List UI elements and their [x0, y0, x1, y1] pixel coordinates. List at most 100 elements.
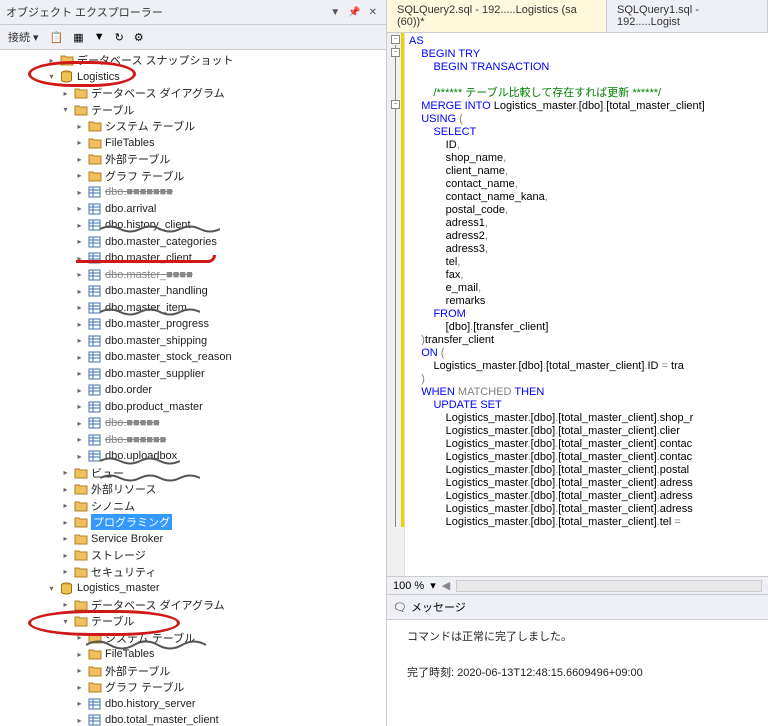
expander-icon[interactable]: ▸	[60, 517, 71, 528]
dropdown-icon[interactable]: ▼	[327, 7, 343, 18]
expander-icon[interactable]: ▸	[74, 335, 85, 346]
tree-item[interactable]: ▸外部テーブル	[0, 151, 386, 168]
tree-item[interactable]: ▸グラフ テーブル	[0, 679, 386, 696]
tree-item[interactable]: ▸ストレージ	[0, 547, 386, 564]
expander-icon[interactable]: ▸	[74, 187, 85, 198]
tree-item[interactable]: ▸データベース ダイアグラム	[0, 597, 386, 614]
tree-item[interactable]: ▸プログラミング	[0, 514, 386, 531]
tree-item[interactable]: ▸グラフ テーブル	[0, 168, 386, 185]
expander-icon[interactable]: ▸	[74, 715, 85, 726]
tree-item[interactable]: ▸dbo.master_progress	[0, 316, 386, 333]
toolbar-icon-2[interactable]: ▦	[70, 29, 86, 46]
tree-item[interactable]: ▸dbo.history_server	[0, 696, 386, 713]
tree-item[interactable]: ▸データベース ダイアグラム	[0, 85, 386, 102]
expander-icon[interactable]: ▸	[74, 203, 85, 214]
tree-item[interactable]: ▸dbo.■■■■■	[0, 415, 386, 432]
expander-icon[interactable]: ▸	[74, 632, 85, 643]
expander-icon[interactable]: ▸	[74, 286, 85, 297]
tree-item[interactable]: ▸dbo.arrival	[0, 201, 386, 218]
expander-icon[interactable]: ▸	[74, 451, 85, 462]
expander-icon[interactable]: ▸	[74, 665, 85, 676]
expander-icon[interactable]: ▸	[74, 253, 85, 264]
tree-item[interactable]: ▸FileTables	[0, 646, 386, 663]
tree-item[interactable]: ▸シノニム	[0, 498, 386, 515]
tree-item[interactable]: ▾Logistics	[0, 69, 386, 86]
expander-icon[interactable]: ▾	[46, 583, 57, 594]
zoom-dropdown-icon[interactable]: ▾	[430, 579, 436, 592]
toolbar-icon-1[interactable]: 📋	[47, 29, 67, 46]
expander-icon[interactable]: ▸	[46, 55, 57, 66]
tree-item[interactable]: ▸データベース スナップショット	[0, 52, 386, 69]
tree-item[interactable]: ▸Service Broker	[0, 531, 386, 548]
tree-item[interactable]: ▸dbo.■■■■■■	[0, 432, 386, 449]
expander-icon[interactable]: ▸	[60, 533, 71, 544]
expander-icon[interactable]: ▸	[74, 121, 85, 132]
close-icon[interactable]: ✕	[366, 7, 380, 18]
tree-item[interactable]: ▸dbo.master_stock_reason	[0, 349, 386, 366]
tree-item[interactable]: ▸dbo.master_supplier	[0, 366, 386, 383]
tree-item[interactable]: ▾テーブル	[0, 102, 386, 119]
pin-icon[interactable]: 📌	[345, 7, 363, 18]
zoom-level[interactable]: 100 %	[393, 580, 424, 592]
tree-item[interactable]: ▸セキュリティ	[0, 564, 386, 581]
expander-icon[interactable]: ▸	[74, 385, 85, 396]
tree-item[interactable]: ▸外部リソース	[0, 481, 386, 498]
tree-item[interactable]: ▸dbo.master_categories	[0, 234, 386, 251]
tree-item[interactable]: ▸dbo.master_■■■■	[0, 267, 386, 284]
expander-icon[interactable]: ▾	[46, 71, 57, 82]
tree-item[interactable]: ▸dbo.total_master_client	[0, 712, 386, 726]
refresh-icon[interactable]: ↻	[112, 29, 127, 46]
tree-item[interactable]: ▸dbo.master_shipping	[0, 333, 386, 350]
expander-icon[interactable]: ▸	[60, 599, 71, 610]
tree-item[interactable]: ▸dbo.order	[0, 382, 386, 399]
expander-icon[interactable]: ▸	[60, 484, 71, 495]
expander-icon[interactable]: ▸	[60, 88, 71, 99]
expander-icon[interactable]: ▸	[74, 698, 85, 709]
expander-icon[interactable]: ▸	[74, 236, 85, 247]
tree-item[interactable]: ▸dbo.master_item	[0, 300, 386, 317]
expander-icon[interactable]: ▾	[60, 104, 71, 115]
editor-tab[interactable]: SQLQuery1.sql - 192.....Logist	[607, 0, 768, 32]
expander-icon[interactable]: ▸	[74, 269, 85, 280]
expander-icon[interactable]: ▸	[60, 566, 71, 577]
expander-icon[interactable]: ▸	[74, 302, 85, 313]
expander-icon[interactable]: ▸	[74, 170, 85, 181]
expander-icon[interactable]: ▸	[74, 649, 85, 660]
expander-icon[interactable]: ▸	[60, 550, 71, 561]
expander-icon[interactable]: ▸	[74, 682, 85, 693]
toolbar-icon-5[interactable]: ⚙	[131, 29, 147, 46]
tree-item[interactable]: ▸dbo.product_master	[0, 399, 386, 416]
expander-icon[interactable]: ▸	[74, 401, 85, 412]
tree-item[interactable]: ▸dbo.history_client	[0, 217, 386, 234]
tree-item[interactable]: ▸ビュー	[0, 465, 386, 482]
expander-icon[interactable]: ▸	[74, 418, 85, 429]
expander-icon[interactable]: ▸	[74, 434, 85, 445]
tree-item[interactable]: ▸外部テーブル	[0, 663, 386, 680]
tree-item[interactable]: ▸ dbo.master_handling	[0, 283, 386, 300]
tree-item[interactable]: ▸dbo.uploadbox	[0, 448, 386, 465]
tree-item[interactable]: ▸システム テーブル	[0, 630, 386, 647]
connect-button[interactable]: 接続 ▾	[4, 27, 43, 47]
expander-icon[interactable]: ▸	[74, 319, 85, 330]
messages-tab[interactable]: メッセージ	[411, 599, 466, 615]
expander-icon[interactable]: ▸	[74, 352, 85, 363]
tree-item[interactable]: ▾テーブル	[0, 613, 386, 630]
expander-icon[interactable]: ▸	[74, 368, 85, 379]
expander-icon[interactable]: ▾	[60, 616, 71, 627]
tree-item[interactable]: ▾Logistics_master	[0, 580, 386, 597]
tree-item[interactable]: ▸FileTables	[0, 135, 386, 152]
code-editor[interactable]: AS BEGIN TRY BEGIN TRANSACTION /****** テ…	[405, 33, 768, 576]
tree-item[interactable]: ▸dbo.master_client	[0, 250, 386, 267]
toolbar-icon-3[interactable]: ▼	[91, 29, 108, 45]
tree-item[interactable]: ▸システム テーブル	[0, 118, 386, 135]
expander-icon[interactable]: ▸	[74, 137, 85, 148]
editor-tab[interactable]: SQLQuery2.sql - 192.....Logistics (sa (6…	[387, 0, 607, 32]
expander-icon[interactable]: ▸	[74, 220, 85, 231]
tree-item[interactable]: ▸dbo.■■■■■■■	[0, 184, 386, 201]
tree-item-label: dbo.master_handling	[105, 285, 208, 297]
object-tree[interactable]: ▸データベース スナップショット▾Logistics▸データベース ダイアグラム…	[0, 50, 386, 726]
expander-icon[interactable]: ▸	[60, 467, 71, 478]
expander-icon[interactable]: ▸	[74, 154, 85, 165]
expander-icon[interactable]: ▸	[60, 500, 71, 511]
horizontal-scrollbar[interactable]	[456, 580, 762, 592]
